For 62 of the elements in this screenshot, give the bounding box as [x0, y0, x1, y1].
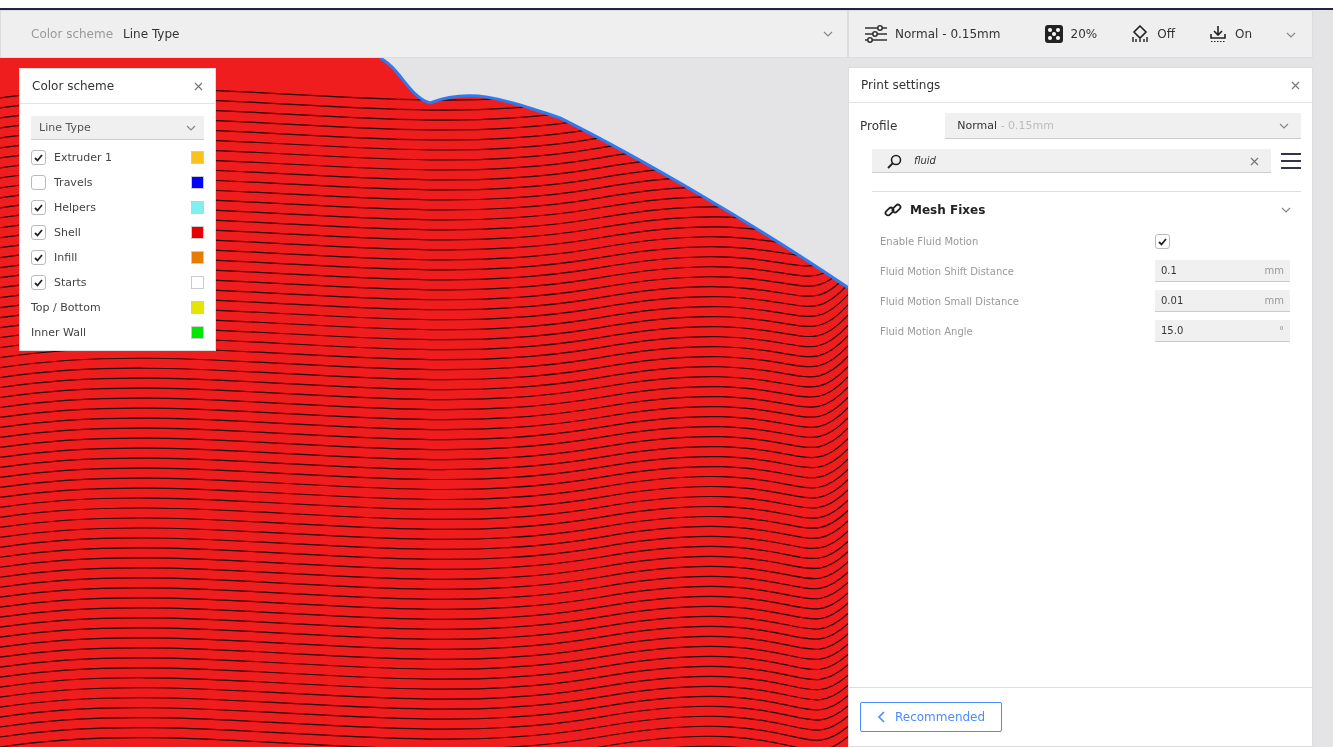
- setting-label: Enable Fluid Motion: [880, 235, 980, 247]
- legend-label: Infill: [54, 251, 78, 264]
- line-type-dropdown[interactable]: Line Type: [31, 116, 204, 140]
- support-icon: [1131, 25, 1150, 43]
- legend-label: Starts: [54, 276, 87, 289]
- checkbox[interactable]: [31, 275, 46, 290]
- color-scheme-value: Line Type: [123, 27, 180, 41]
- category-header[interactable]: Mesh Fixes: [878, 200, 1301, 220]
- panel-title: Print settings: [861, 78, 941, 92]
- check-icon: [1158, 237, 1167, 246]
- chevron-down-icon: [1279, 122, 1289, 129]
- sliders-icon: [865, 25, 887, 43]
- legend-label: Top / Bottom: [31, 301, 101, 314]
- panel-title: Color scheme: [32, 79, 115, 93]
- legend-label: Extruder 1: [54, 151, 113, 164]
- legend-label: Travels: [54, 176, 93, 189]
- print-toolbar[interactable]: Normal - 0.15mm 20% Off On: [848, 10, 1313, 58]
- checkbox[interactable]: [1155, 233, 1170, 249]
- menu-icon: [1281, 152, 1301, 170]
- check-icon: [34, 254, 43, 262]
- profile-label: Profile: [860, 119, 898, 133]
- search-field[interactable]: fluid: [872, 149, 1271, 173]
- legend-label: Shell: [54, 226, 81, 239]
- menu-button[interactable]: [1281, 152, 1301, 170]
- setting-label: Fluid Motion Shift Distance: [880, 265, 1015, 277]
- adhesion-value: On: [1234, 27, 1252, 41]
- legend-label: Helpers: [54, 201, 97, 214]
- link-icon: [884, 201, 902, 219]
- close-icon: [1250, 157, 1259, 166]
- close-button[interactable]: [194, 81, 203, 91]
- check-icon: [34, 204, 43, 212]
- checkbox[interactable]: [31, 200, 46, 215]
- check-icon: [34, 229, 43, 237]
- close-icon: [194, 81, 203, 91]
- infill-icon: [1044, 25, 1063, 43]
- profile-summary: Normal - 0.15mm: [895, 27, 1001, 41]
- setting-label: Fluid Motion Small Distance: [880, 295, 1020, 307]
- search-icon: [886, 154, 902, 170]
- legend-label: Inner Wall: [31, 326, 86, 339]
- number-field[interactable]: 0.01 mm: [1155, 290, 1290, 312]
- chevron-down-icon: [1286, 32, 1296, 38]
- support-value: Off: [1157, 27, 1175, 41]
- number-field[interactable]: 15.0 °: [1155, 320, 1290, 342]
- checkbox[interactable]: [31, 225, 46, 240]
- close-button[interactable]: [1291, 80, 1300, 90]
- clear-button[interactable]: [1250, 157, 1259, 166]
- check-icon: [34, 154, 43, 162]
- close-icon: [1291, 80, 1300, 90]
- setting-label: Fluid Motion Angle: [880, 325, 974, 337]
- number-field[interactable]: 0.1 mm: [1155, 260, 1290, 282]
- chevron-down-icon: [186, 124, 196, 131]
- view-toolbar[interactable]: Color scheme Line Type: [0, 10, 848, 58]
- download-icon: [1208, 25, 1227, 43]
- color-scheme-label: Color scheme: [31, 27, 114, 41]
- infill-value: 20%: [1070, 27, 1098, 41]
- chevron-left-icon: [877, 711, 885, 723]
- checkbox[interactable]: [31, 250, 46, 265]
- checkbox[interactable]: [31, 175, 46, 190]
- chevron-down-icon: [823, 31, 833, 37]
- chevron-down-icon: [1281, 207, 1291, 213]
- check-icon: [34, 279, 43, 287]
- checkbox[interactable]: [31, 150, 46, 165]
